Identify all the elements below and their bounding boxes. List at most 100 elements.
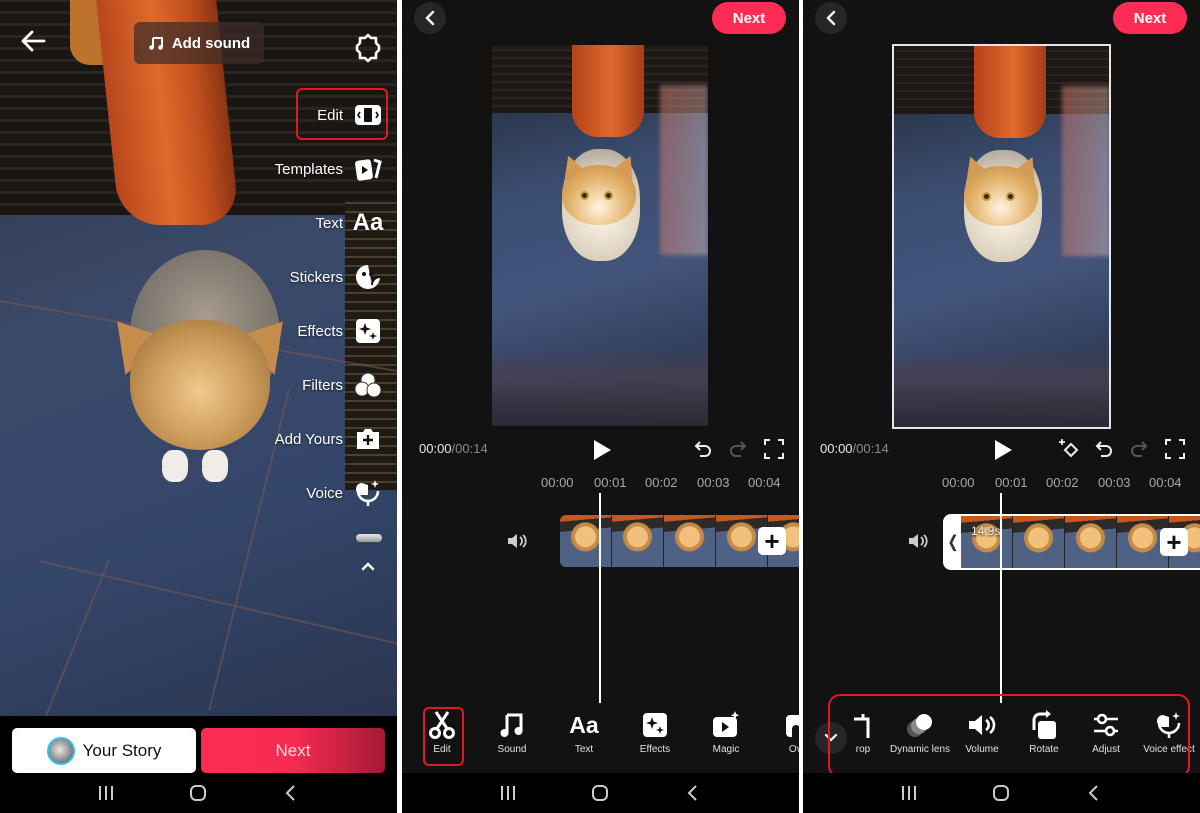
side-tool-effects[interactable]: Effects — [297, 311, 383, 351]
home-icon — [592, 785, 609, 801]
cat-photo — [95, 250, 305, 490]
fullscreen-button[interactable] — [763, 438, 785, 460]
play-button[interactable] — [992, 438, 1014, 462]
story-editor-screen: Add sound Edit Templates Text Aa Sticker… — [0, 0, 397, 813]
filters-icon — [353, 370, 383, 400]
clip-edit-screen: Next 00:00/00:14 00:00 00:01 00:02 00:03… — [803, 0, 1200, 813]
volume-icon — [508, 534, 527, 548]
back-button[interactable] — [815, 2, 847, 34]
your-story-label: Your Story — [82, 740, 162, 760]
chevron-left-icon — [425, 10, 435, 26]
video-editor-screen: Next 00:00/00:14 00:00 00:01 00:02 00:03… — [402, 0, 799, 813]
video-preview[interactable] — [492, 45, 708, 426]
back-icon — [687, 785, 697, 801]
edit-clip-icon — [353, 100, 383, 130]
your-story-button[interactable]: Your Story — [12, 728, 196, 773]
clip-trim-handle-left[interactable]: ❬ — [943, 514, 963, 570]
recents-icon — [99, 786, 114, 800]
home-button[interactable] — [585, 782, 615, 804]
mute-toggle[interactable] — [907, 531, 929, 551]
side-tool-label: Filters — [302, 376, 343, 394]
plus-icon: + — [1166, 527, 1182, 557]
side-tool-templates[interactable]: Templates — [275, 149, 383, 189]
clip-duration: 14.9s — [971, 524, 1001, 538]
magic-icon — [711, 710, 741, 740]
rail-collapse-button[interactable] — [358, 556, 378, 576]
recents-button[interactable] — [91, 782, 121, 804]
settings-button[interactable] — [352, 32, 384, 64]
rail-grabber[interactable] — [356, 534, 382, 542]
mute-toggle[interactable] — [506, 531, 528, 551]
text-aa-icon: Aa — [569, 711, 599, 738]
next-label: Next — [275, 740, 311, 760]
add-clip-button[interactable]: + — [758, 527, 786, 555]
system-nav-bar — [402, 773, 799, 813]
system-nav-bar — [0, 773, 397, 813]
back-button[interactable] — [18, 26, 48, 56]
back-button[interactable] — [414, 2, 446, 34]
total-time: 00:14 — [455, 441, 488, 456]
redo-button[interactable] — [727, 438, 749, 460]
next-button[interactable]: Next — [1113, 2, 1187, 34]
undo-button[interactable] — [692, 438, 714, 460]
tool-effects[interactable]: Effects — [625, 710, 685, 755]
play-button[interactable] — [591, 438, 613, 462]
playhead[interactable] — [1000, 493, 1002, 703]
ruler-tick: 00:02 — [645, 475, 678, 490]
next-button[interactable]: Next — [712, 2, 786, 34]
tool-magic[interactable]: Magic — [696, 710, 756, 755]
time-readout: 00:00/00:14 — [419, 441, 488, 456]
recents-button[interactable] — [894, 782, 924, 804]
ruler-tick: 00:02 — [1046, 475, 1079, 490]
system-back-button[interactable] — [678, 782, 708, 804]
side-tool-voice[interactable]: Voice — [306, 473, 383, 513]
sparkle-effects-icon — [353, 316, 383, 346]
fullscreen-icon — [1165, 439, 1185, 459]
plus-icon: + — [764, 526, 780, 556]
undo-button[interactable] — [1093, 438, 1115, 460]
system-back-button[interactable] — [1079, 782, 1109, 804]
redo-button[interactable] — [1128, 438, 1150, 460]
sticker-icon — [353, 262, 383, 292]
arrow-left-icon — [21, 30, 46, 52]
fullscreen-button[interactable] — [1164, 438, 1186, 460]
add-sound-label: Add sound — [171, 34, 251, 52]
edit-highlight — [423, 707, 464, 766]
system-nav-bar — [803, 773, 1200, 813]
side-tool-stickers[interactable]: Stickers — [290, 257, 383, 297]
ruler-tick: 00:01 — [594, 475, 627, 490]
add-sound-button[interactable]: Add sound — [134, 22, 264, 64]
templates-icon — [353, 154, 383, 184]
tool-overlay[interactable]: Ove — [768, 710, 799, 755]
system-back-button[interactable] — [276, 782, 306, 804]
side-tool-label: Effects — [297, 322, 343, 340]
home-icon — [190, 785, 207, 801]
ruler-tick: 00:03 — [1098, 475, 1131, 490]
home-button[interactable] — [986, 782, 1016, 804]
side-tool-label: Edit — [317, 106, 343, 124]
side-tool-filters[interactable]: Filters — [302, 365, 383, 405]
add-keyframe-button[interactable] — [1058, 438, 1080, 460]
add-clip-button[interactable]: + — [1160, 528, 1188, 556]
redo-icon — [730, 441, 747, 457]
ruler-tick: 00:04 — [748, 475, 781, 490]
recents-button[interactable] — [493, 782, 523, 804]
side-tool-text[interactable]: Text Aa — [315, 203, 383, 243]
add-yours-icon — [353, 424, 383, 454]
side-tool-edit[interactable]: Edit — [317, 95, 383, 135]
recents-icon — [902, 786, 917, 800]
back-icon — [285, 785, 295, 801]
trim-chevron-icon: ❬ — [946, 534, 960, 551]
side-tool-label: Voice — [306, 484, 343, 502]
side-tool-add-yours[interactable]: Add Yours — [275, 419, 383, 459]
home-button[interactable] — [183, 782, 213, 804]
recents-icon — [501, 786, 516, 800]
clip-frame — [560, 515, 612, 567]
tool-label: Text — [574, 744, 594, 755]
playhead[interactable] — [599, 493, 601, 703]
tool-sound[interactable]: Sound — [482, 710, 542, 755]
next-button[interactable]: Next — [201, 728, 385, 773]
tool-text[interactable]: Aa Text — [554, 710, 614, 756]
volume-icon — [909, 534, 928, 548]
video-preview-selected[interactable] — [892, 44, 1111, 429]
